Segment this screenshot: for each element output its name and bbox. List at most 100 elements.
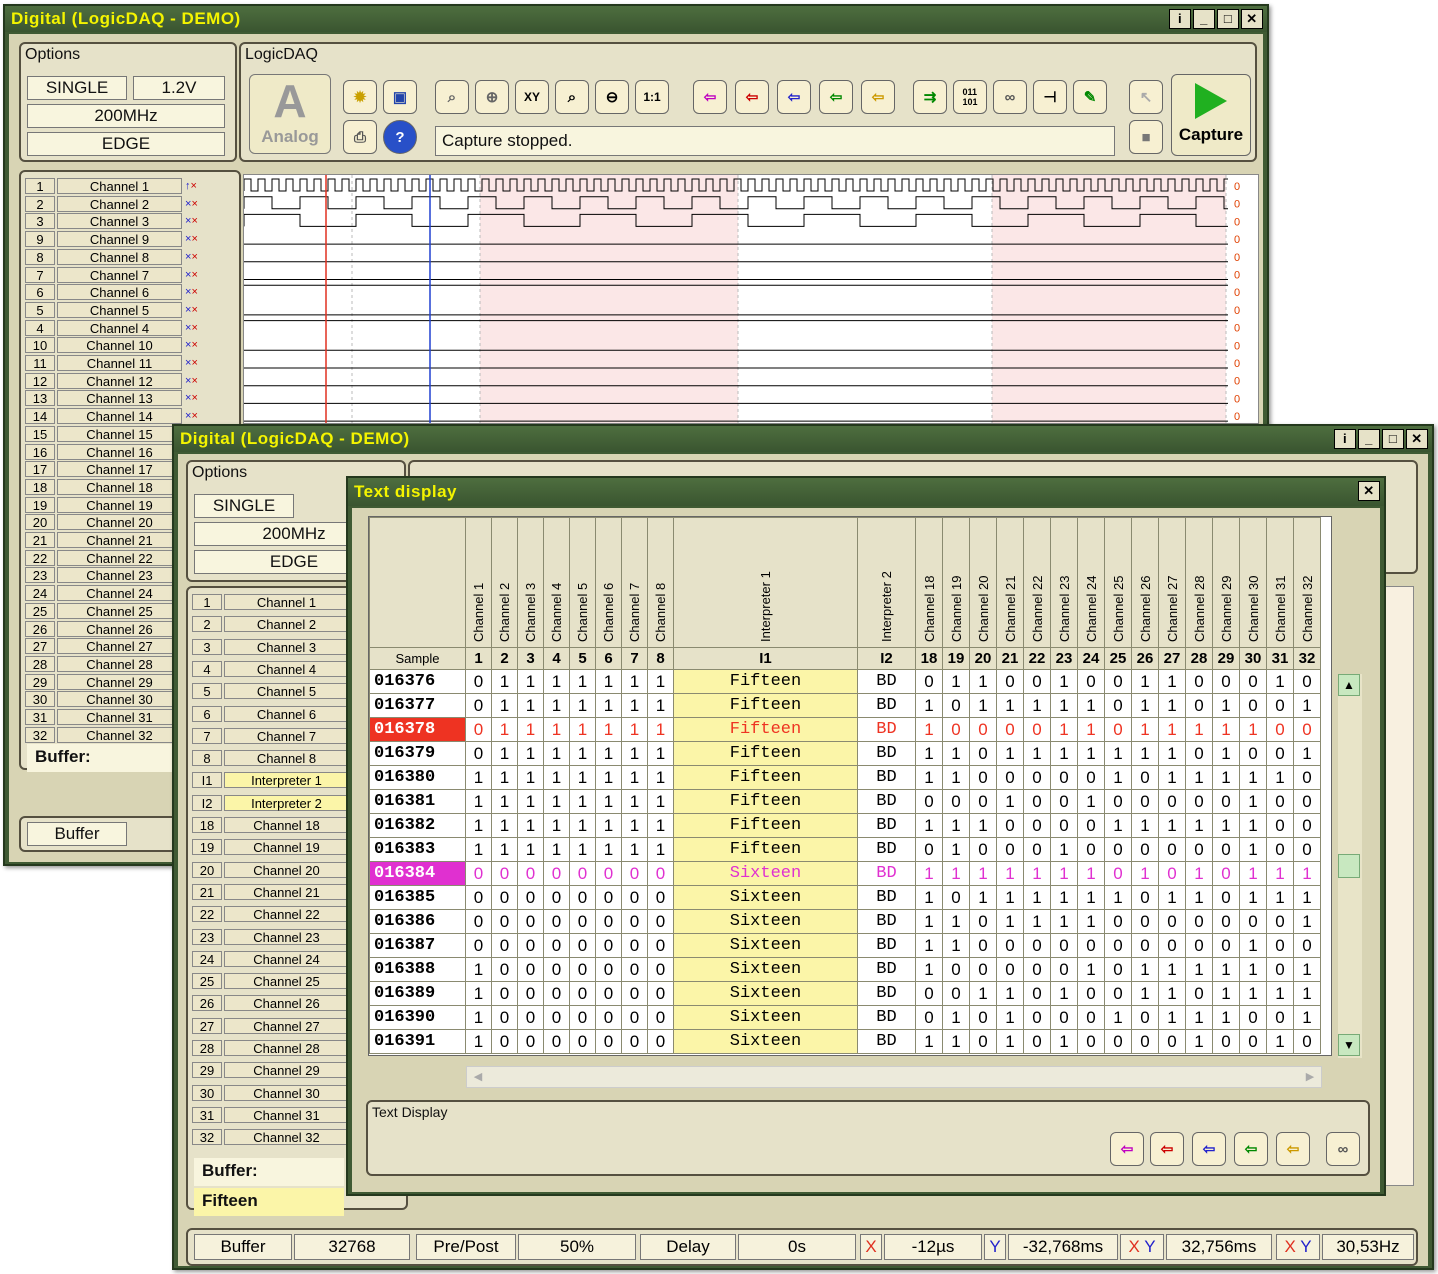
column-header[interactable]: Channel 21 (996, 517, 1024, 648)
column-header[interactable]: Channel 28 (1185, 517, 1213, 648)
binary-icon[interactable]: 011 101 (953, 80, 987, 114)
settings-gear-icon[interactable]: ✹ (343, 80, 377, 114)
print-icon[interactable]: ⎙ (343, 120, 377, 154)
table-row[interactable]: 016377 0 1 1 1 1 1 1 1 Fifteen BD 1 0 1 1 1 1 1 0 1 1 0 1 0 0 1 (369, 693, 1321, 718)
column-header[interactable]: Channel 26 (1131, 517, 1159, 648)
column-header[interactable]: Channel 29 (1212, 517, 1240, 648)
column-header[interactable]: Channel 1 (465, 517, 492, 648)
trigger-state-icon[interactable]: ×× (185, 302, 198, 318)
table-row[interactable]: 016388 1 0 0 0 0 0 0 0 Sixteen BD 1 0 0 0 0 0 1 0 1 1 1 1 1 0 1 (369, 957, 1321, 982)
column-header[interactable]: Channel 30 (1239, 517, 1267, 648)
table-row[interactable]: 016376 0 1 1 1 1 1 1 1 Fifteen BD 0 1 1 0 0 1 0 0 1 1 0 0 0 1 0 (369, 669, 1321, 694)
column-header[interactable]: Channel 19 (942, 517, 970, 648)
column-header[interactable]: Interpreter 2 (857, 517, 916, 648)
table-row[interactable]: 016382 1 1 1 1 1 1 1 1 Fifteen BD 1 1 1 0 0 0 0 1 1 1 1 1 1 0 0 (369, 813, 1321, 838)
table-row[interactable]: 016389 1 0 0 0 0 0 0 0 Sixteen BD 0 0 1 1 0 1 0 0 1 1 0 1 1 1 1 (369, 981, 1321, 1006)
help-icon[interactable]: ? (383, 120, 417, 154)
dialog-close-icon[interactable]: ✕ (1358, 481, 1380, 501)
table-row[interactable]: 016381 1 1 1 1 1 1 1 1 Fifteen BD 0 0 0 1 0 0 1 0 0 0 0 0 1 0 0 (369, 789, 1321, 814)
marker-y-icon[interactable]: ⇦ (777, 80, 811, 114)
info-icon[interactable]: i (1169, 9, 1191, 29)
maximize-icon[interactable]: □ (1217, 9, 1239, 29)
column-header[interactable]: Channel 18 (915, 517, 943, 648)
trigger-state-icon[interactable]: ×× (185, 355, 198, 371)
maximize-icon[interactable]: □ (1382, 429, 1404, 449)
trigger-state-icon[interactable]: ×× (185, 390, 198, 406)
binoculars-icon[interactable]: ∞ (993, 80, 1027, 114)
table-row[interactable]: 016391 1 0 0 0 0 0 0 0 Sixteen BD 1 1 0 1 0 1 0 0 0 0 1 0 0 1 0 (369, 1029, 1321, 1054)
column-header[interactable]: Channel 6 (595, 517, 622, 648)
frequency-select[interactable]: 200MHz (27, 104, 225, 128)
voltage-select[interactable]: 1.2V (133, 76, 225, 100)
scroll-up-icon[interactable]: ▲ (1338, 674, 1360, 696)
column-header[interactable]: Channel 20 (969, 517, 997, 648)
column-header[interactable]: Channel 31 (1266, 517, 1294, 648)
trigger-state-icon[interactable]: ×× (185, 373, 198, 389)
table-row[interactable]: 016383 1 1 1 1 1 1 1 1 Fifteen BD 0 1 0 0 0 1 0 0 0 0 0 0 1 0 0 (369, 837, 1321, 862)
trigger-state-icon[interactable]: ×× (185, 408, 198, 424)
mode-single[interactable]: SINGLE (27, 76, 127, 100)
table-row[interactable]: 016384 0 0 0 0 0 0 0 0 Sixteen BD 1 1 1 1 1 1 1 0 1 0 1 0 1 1 1 (369, 861, 1321, 886)
column-header[interactable]: Channel 4 (543, 517, 570, 648)
zoom-fit-icon[interactable]: 1:1 (635, 80, 669, 114)
close-icon[interactable]: ✕ (1406, 429, 1428, 449)
waveform-svg[interactable]: 0 0 0 0 0 0 0 0 0 0 0 0 0 0 (244, 175, 1258, 423)
trigger-state-icon[interactable]: ×× (185, 196, 198, 212)
zoom-plus-icon[interactable]: ⊕ (475, 80, 509, 114)
stop-icon[interactable]: ■ (1129, 120, 1163, 154)
column-header[interactable]: Channel 25 (1104, 517, 1132, 648)
table-row[interactable]: 016379 0 1 1 1 1 1 1 1 Fifteen BD 1 1 0 1 1 1 1 1 1 1 0 1 0 0 1 (369, 741, 1321, 766)
footer-binoculars-icon[interactable]: ∞ (1326, 1132, 1360, 1166)
dialog-title-bar[interactable]: Text display ✕ (348, 478, 1384, 506)
mode-single[interactable]: SINGLE (194, 494, 294, 518)
footer-marker-flag-icon[interactable]: ⇦ (1276, 1132, 1310, 1166)
table-row[interactable]: 016385 0 0 0 0 0 0 0 0 Sixteen BD 1 0 1 1 1 1 1 1 0 1 1 0 1 1 1 (369, 885, 1321, 910)
column-header[interactable]: Channel 23 (1050, 517, 1078, 648)
export-icon[interactable]: ⇉ (913, 80, 947, 114)
trigger-state-icon[interactable]: ×× (185, 231, 198, 247)
cursor-icon[interactable]: ↖ (1129, 80, 1163, 114)
column-header[interactable]: Channel 27 (1158, 517, 1186, 648)
zoom-xy-icon[interactable]: XY (515, 80, 549, 114)
trigger-state-icon[interactable]: ↑× (185, 178, 197, 194)
back-buffer-button[interactable]: Buffer (27, 822, 127, 846)
trigger-edge[interactable]: EDGE (27, 132, 225, 156)
trigger-state-icon[interactable]: ×× (185, 213, 198, 229)
scroll-right-icon[interactable]: ▶ (1299, 1067, 1321, 1087)
scroll-thumb[interactable] (1338, 854, 1360, 878)
column-header[interactable]: Channel 22 (1023, 517, 1051, 648)
analog-button[interactable]: A Analog (249, 74, 331, 154)
table-row[interactable]: 016386 0 0 0 0 0 0 0 0 Sixteen BD 1 1 0 1 1 1 1 0 0 0 0 0 0 0 1 (369, 909, 1321, 934)
tools-icon[interactable]: ✎ (1073, 80, 1107, 114)
close-icon[interactable]: ✕ (1241, 9, 1263, 29)
info-icon[interactable]: i (1334, 429, 1356, 449)
zoom-search-icon[interactable]: ⌕ (555, 80, 589, 114)
back-title-bar[interactable]: Digital (LogicDAQ - DEMO) i _ □ ✕ (5, 6, 1267, 32)
minimize-icon[interactable]: _ (1193, 9, 1215, 29)
zoom-out-icon[interactable]: ⊖ (595, 80, 629, 114)
marker-z-icon[interactable]: ⇦ (819, 80, 853, 114)
table-row[interactable]: 016390 1 0 0 0 0 0 0 0 Sixteen BD 0 1 0 1 0 0 0 1 0 1 1 1 0 0 1 (369, 1005, 1321, 1030)
vertical-scrollbar[interactable]: ▲ ▼ (1338, 674, 1362, 1058)
trigger-state-icon[interactable]: ×× (185, 320, 198, 336)
scroll-left-icon[interactable]: ◀ (467, 1067, 489, 1087)
column-header[interactable]: Channel 32 (1293, 517, 1321, 648)
text-table[interactable]: Channel 1 Channel 2 Channel 3 Channel 4 Chan… (369, 517, 1321, 1054)
footer-marker-t-icon[interactable]: ⇦ (1110, 1132, 1144, 1166)
horizontal-scrollbar[interactable]: ◀ ▶ (466, 1066, 1322, 1088)
column-header[interactable]: Channel 3 (517, 517, 544, 648)
table-row[interactable]: 016378 0 1 1 1 1 1 1 1 Fifteen BD 1 0 0 0 0 1 1 0 1 1 1 1 1 0 0 (369, 717, 1321, 742)
trigger-state-icon[interactable]: ×× (185, 284, 198, 300)
column-header[interactable]: Channel 8 (647, 517, 674, 648)
front-title-bar[interactable]: Digital (LogicDAQ - DEMO) i _ □ ✕ (174, 426, 1432, 452)
column-header[interactable]: Channel 5 (569, 517, 596, 648)
column-header[interactable]: Channel 2 (491, 517, 518, 648)
trigger-state-icon[interactable]: ×× (185, 249, 198, 265)
save-disk-icon[interactable]: ▣ (383, 80, 417, 114)
marker-x-icon[interactable]: ⇦ (735, 80, 769, 114)
minimize-icon[interactable]: _ (1358, 429, 1380, 449)
capture-button[interactable]: Capture (1171, 74, 1251, 156)
marker-t-icon[interactable]: ⇦ (693, 80, 727, 114)
zoom-in-icon[interactable]: ⌕ (435, 80, 469, 114)
footer-marker-y-icon[interactable]: ⇦ (1192, 1132, 1226, 1166)
